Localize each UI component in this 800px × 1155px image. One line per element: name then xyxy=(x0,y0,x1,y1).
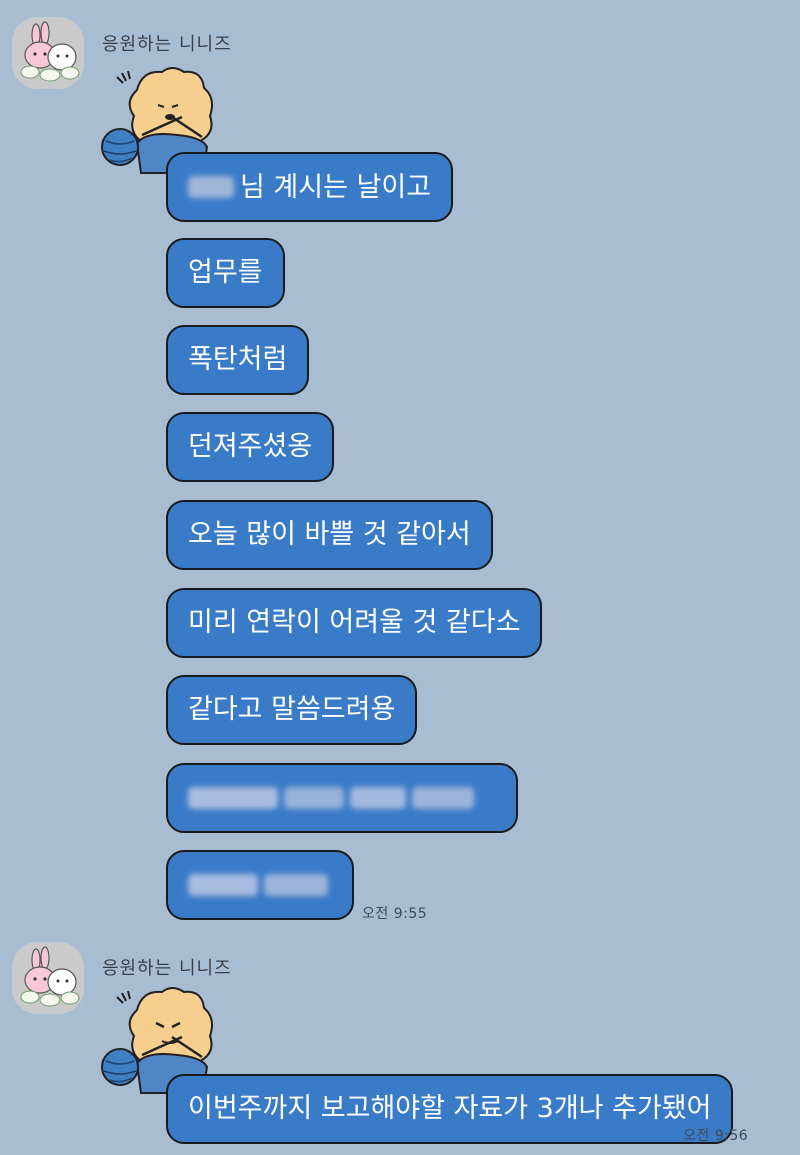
message-bubble[interactable]: 님 계시는 날이고 xyxy=(166,152,454,222)
redacted-text xyxy=(284,787,344,809)
message-text: 미리 연락이 어려울 것 같다소 xyxy=(188,607,521,638)
message-bubble[interactable]: 폭탄처럼 xyxy=(166,325,310,395)
sender-avatar[interactable] xyxy=(12,942,84,1014)
redacted-text xyxy=(188,176,234,198)
redacted-text xyxy=(188,874,258,896)
redacted-text xyxy=(350,787,406,809)
message-text: 이번주까지 보고해야할 자료가 3개나 추가됐어 xyxy=(188,1093,712,1124)
message-time: 오전 9:55 xyxy=(362,906,428,922)
message-text: 업무를 xyxy=(188,257,263,288)
message-bubble[interactable]: 이번주까지 보고해야할 자료가 3개나 추가됐어 xyxy=(166,1074,734,1144)
message-bubble-redacted[interactable] xyxy=(166,850,354,920)
sender-name: 응원하는 니니즈 xyxy=(102,958,232,979)
message-bubble[interactable]: 업무를 xyxy=(166,238,285,308)
redacted-text xyxy=(188,787,278,809)
ninis-avatar-icon xyxy=(12,17,84,89)
message-text: 같다고 말씀드려용 xyxy=(188,694,396,725)
sender-name: 응원하는 니니즈 xyxy=(102,34,232,55)
message-text: 님 계시는 날이고 xyxy=(240,171,432,203)
message-text: 던져주셨옹 xyxy=(188,431,313,462)
message-text: 오늘 많이 바쁠 것 같아서 xyxy=(188,519,471,550)
message-bubble-redacted[interactable] xyxy=(166,763,518,833)
redacted-text xyxy=(412,787,474,809)
sender-avatar[interactable] xyxy=(12,17,84,89)
message-text: 폭탄처럼 xyxy=(188,344,288,375)
message-bubble[interactable]: 같다고 말씀드려용 xyxy=(166,675,418,745)
message-time: 오전 9:56 xyxy=(683,1128,749,1144)
message-bubble[interactable]: 던져주셨옹 xyxy=(166,412,335,482)
message-bubble[interactable]: 오늘 많이 바쁠 것 같아서 xyxy=(166,500,493,570)
ninis-avatar-icon xyxy=(12,942,84,1014)
message-bubble[interactable]: 미리 연락이 어려울 것 같다소 xyxy=(166,588,543,658)
redacted-text xyxy=(264,874,328,896)
